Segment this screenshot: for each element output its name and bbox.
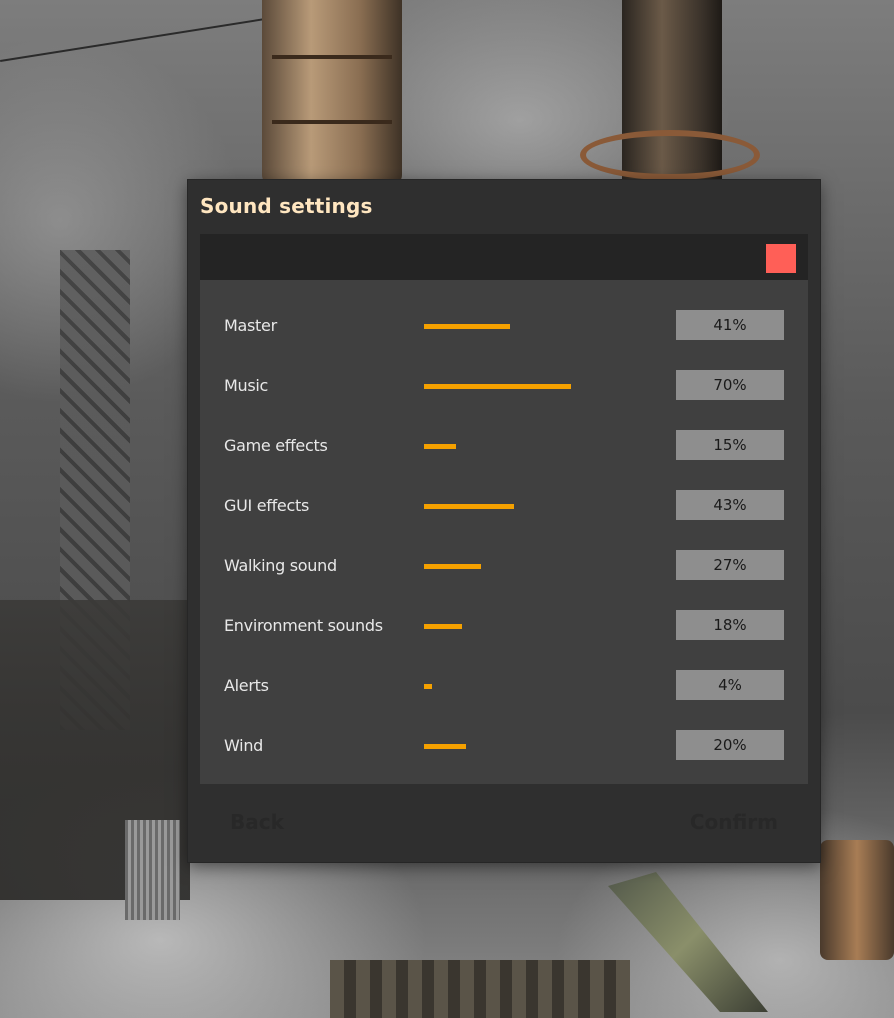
volume-value-field[interactable] bbox=[676, 490, 784, 520]
slider-fill bbox=[424, 504, 514, 509]
setting-row: Music bbox=[200, 366, 808, 406]
volume-slider[interactable] bbox=[424, 618, 650, 634]
back-button[interactable]: Back bbox=[230, 810, 284, 834]
slider-fill bbox=[424, 384, 571, 389]
setting-row: Game effects bbox=[200, 426, 808, 466]
confirm-button[interactable]: Confirm bbox=[690, 810, 778, 834]
setting-label: Game effects bbox=[224, 436, 328, 455]
background-cable bbox=[0, 0, 884, 62]
slider-fill bbox=[424, 684, 432, 689]
setting-label: Wind bbox=[224, 736, 264, 755]
background-storage-tank bbox=[262, 0, 402, 185]
setting-label: Walking sound bbox=[224, 556, 337, 575]
setting-row: Wind bbox=[200, 726, 808, 766]
setting-row: Environment sounds bbox=[200, 606, 808, 646]
setting-row: Master bbox=[200, 306, 808, 346]
background-copper-coil bbox=[580, 130, 760, 180]
background-conveyor-belt bbox=[330, 960, 630, 1018]
slider-fill bbox=[424, 624, 462, 629]
setting-label: Master bbox=[224, 316, 277, 335]
setting-row: Walking sound bbox=[200, 546, 808, 586]
volume-value-field[interactable] bbox=[676, 430, 784, 460]
volume-value-field[interactable] bbox=[676, 670, 784, 700]
volume-slider[interactable] bbox=[424, 738, 650, 754]
close-button[interactable] bbox=[766, 244, 796, 273]
settings-panel: Master Music Game effects GUI effects Walkin… bbox=[200, 280, 808, 784]
volume-slider[interactable] bbox=[424, 558, 650, 574]
slider-fill bbox=[424, 444, 456, 449]
dialog-header-bar bbox=[200, 234, 808, 280]
slider-fill bbox=[424, 744, 466, 749]
dialog-title: Sound settings bbox=[200, 194, 373, 218]
background-drum bbox=[820, 840, 894, 960]
volume-slider[interactable] bbox=[424, 378, 650, 394]
setting-label: Environment sounds bbox=[224, 616, 383, 635]
slider-fill bbox=[424, 564, 481, 569]
volume-value-field[interactable] bbox=[676, 310, 784, 340]
setting-label: GUI effects bbox=[224, 496, 309, 515]
setting-row: GUI effects bbox=[200, 486, 808, 526]
dialog-footer: Back Confirm bbox=[200, 784, 808, 854]
volume-slider[interactable] bbox=[424, 318, 650, 334]
volume-slider[interactable] bbox=[424, 438, 650, 454]
slider-fill bbox=[424, 324, 510, 329]
setting-row: Alerts bbox=[200, 666, 808, 706]
volume-slider[interactable] bbox=[424, 678, 650, 694]
background-ramp bbox=[608, 872, 768, 1012]
volume-value-field[interactable] bbox=[676, 550, 784, 580]
setting-label: Music bbox=[224, 376, 269, 395]
background-radiator bbox=[125, 820, 180, 920]
volume-slider[interactable] bbox=[424, 498, 650, 514]
volume-value-field[interactable] bbox=[676, 610, 784, 640]
volume-value-field[interactable] bbox=[676, 370, 784, 400]
sound-settings-dialog: Sound settings Master Music Game effects GU… bbox=[188, 180, 820, 862]
setting-label: Alerts bbox=[224, 676, 269, 695]
volume-value-field[interactable] bbox=[676, 730, 784, 760]
